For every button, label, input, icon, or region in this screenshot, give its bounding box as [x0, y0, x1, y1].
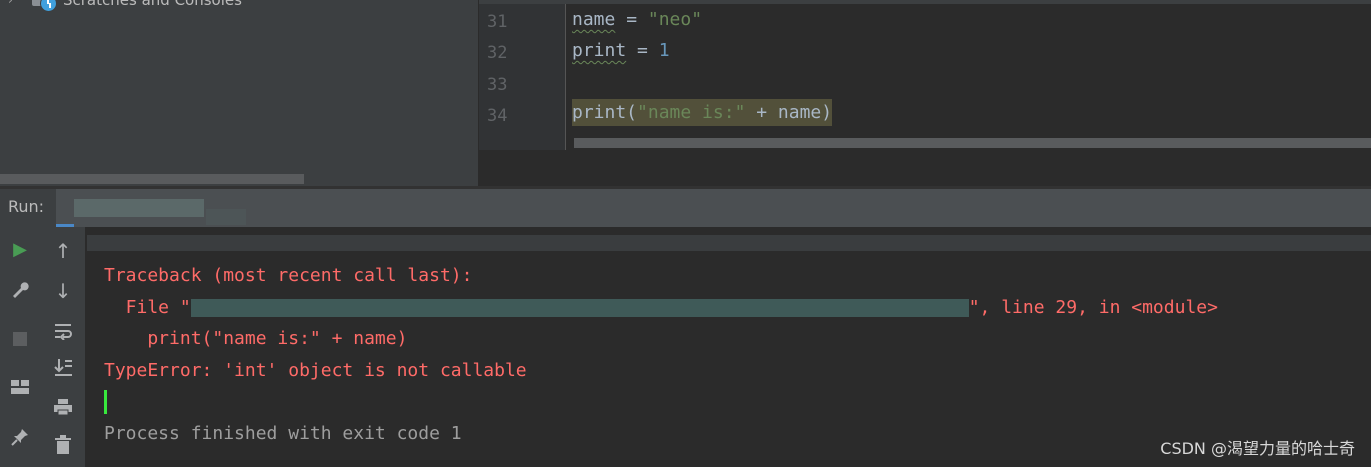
console-output[interactable]: Traceback (most recent call last): File … [87, 227, 1371, 467]
traceback-header: Traceback (most recent call last): [104, 265, 473, 286]
code-token-identifier: print [572, 40, 627, 61]
run-window-header: Run: [0, 189, 1371, 227]
down-arrow-icon[interactable]: ↓ [51, 279, 75, 303]
chevron-right-icon[interactable]: › [8, 0, 22, 7]
code-token-number: 1 [658, 40, 670, 61]
code-token-operator: = [615, 9, 648, 30]
run-toolbar-right: ↑ ↓ [41, 227, 85, 467]
code-token-string: "name is:" [637, 102, 746, 123]
pin-icon[interactable] [8, 425, 32, 449]
traceback-code-line: print("name is:" + name) [104, 328, 408, 349]
watermark: CSDN @渴望力量的哈士奇 [1160, 439, 1355, 458]
traceback-file-suffix: ", line 29, in <module> [968, 297, 1218, 318]
up-arrow-icon[interactable]: ↑ [51, 239, 75, 263]
traceback-file-prefix: File " [104, 297, 191, 318]
code-token-operator: = [626, 40, 659, 61]
code-token-call: print( [572, 102, 638, 123]
project-tool-window: › Scratches and Consoles [0, 0, 478, 186]
code-editor[interactable]: 31 32 33 34 name = "neo" print = 1 print… [479, 0, 1371, 186]
code-token-identifier: name [572, 9, 616, 30]
layout-icon[interactable] [8, 375, 32, 399]
run-label: Run: [8, 197, 45, 216]
line-number: 34 [487, 106, 508, 126]
code-line[interactable]: print = 1 [572, 40, 670, 61]
tree-item-scratches[interactable]: › Scratches and Consoles [0, 0, 242, 12]
line-number: 32 [487, 43, 508, 63]
run-icon[interactable]: ▶ [8, 237, 32, 261]
line-number-gutter: 31 32 33 34 [479, 4, 565, 150]
editor-top-border [479, 0, 1371, 4]
input-caret [104, 390, 107, 414]
error-message: TypeError: 'int' object is not callable [104, 360, 527, 381]
print-icon[interactable] [51, 395, 75, 419]
code-token-expression: + name) [745, 102, 833, 123]
code-line-highlighted[interactable]: print("name is:" + name) [572, 99, 833, 126]
run-toolbar-left: ▶ [0, 227, 41, 467]
stop-icon[interactable] [8, 327, 32, 351]
redacted-tab-title [206, 209, 246, 225]
project-horizontal-scrollbar[interactable] [0, 174, 304, 184]
traceback-file-line: File " ", line 29, in <module> [104, 297, 1218, 318]
trash-icon[interactable] [51, 433, 75, 457]
code-token-string: "neo" [647, 9, 703, 30]
redacted-file-path [190, 299, 969, 317]
wrench-icon[interactable] [8, 277, 32, 301]
run-config-tab[interactable] [56, 189, 1371, 227]
code-line[interactable]: name = "neo" [572, 9, 702, 30]
process-exit-message: Process finished with exit code 1 [104, 423, 462, 444]
scratches-clock-icon [40, 0, 57, 12]
line-number: 33 [487, 75, 508, 95]
soft-wrap-icon[interactable] [51, 319, 75, 343]
editor-horizontal-scrollbar[interactable] [574, 138, 1371, 148]
gutter-separator [565, 4, 566, 150]
redacted-tab-title [74, 199, 204, 217]
tree-item-label: Scratches and Consoles [63, 0, 242, 9]
scroll-to-end-icon[interactable] [51, 355, 75, 379]
redacted-command-line [87, 235, 1371, 251]
line-number: 31 [487, 12, 508, 32]
